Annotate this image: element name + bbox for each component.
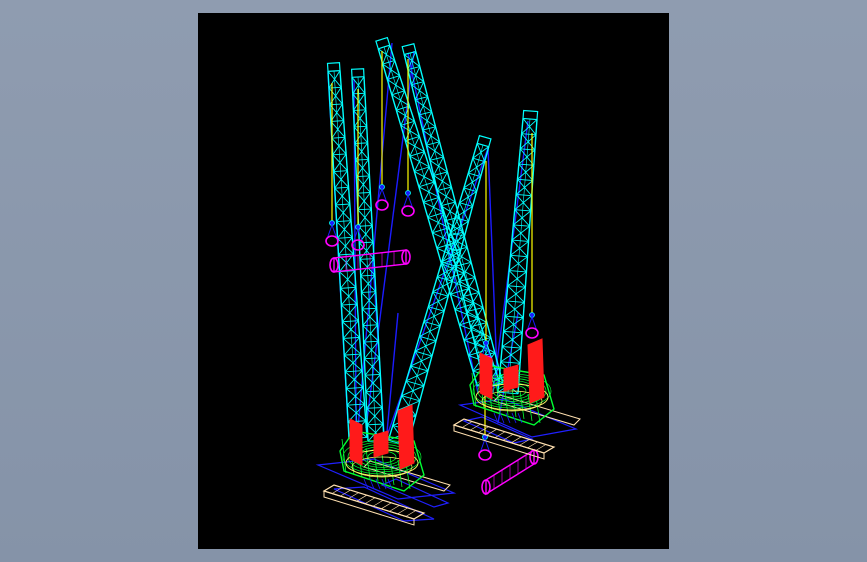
hook-f [525, 316, 539, 339]
crane-base-back-counterweight-c [503, 364, 519, 392]
boom-back-b [401, 43, 504, 388]
crane-base-back-counterweight-b [527, 338, 545, 404]
crane-base-back-counterweight-a [479, 352, 493, 400]
boom-back-a [375, 36, 500, 387]
hook-d [401, 194, 415, 217]
hook-e-line [483, 161, 489, 346]
boom-front-right-tip [476, 134, 492, 148]
boom-back-right-tip [522, 109, 539, 121]
crane-base-front-counterweight-c [373, 430, 389, 458]
boom-back-a-tip [375, 36, 391, 50]
stay-cable-1 [357, 42, 393, 429]
crane-base-front-counterweight-b [397, 404, 415, 470]
boom-front-left-a-tip [326, 61, 341, 73]
boom-front-left-b-tip [350, 68, 365, 78]
crane-base-front [322, 404, 451, 526]
hook-b [351, 228, 365, 251]
crane-base-front-counterweight-a [349, 418, 363, 466]
cad-viewport[interactable] [198, 13, 669, 549]
crane-wireframe-drawing [315, 36, 581, 526]
